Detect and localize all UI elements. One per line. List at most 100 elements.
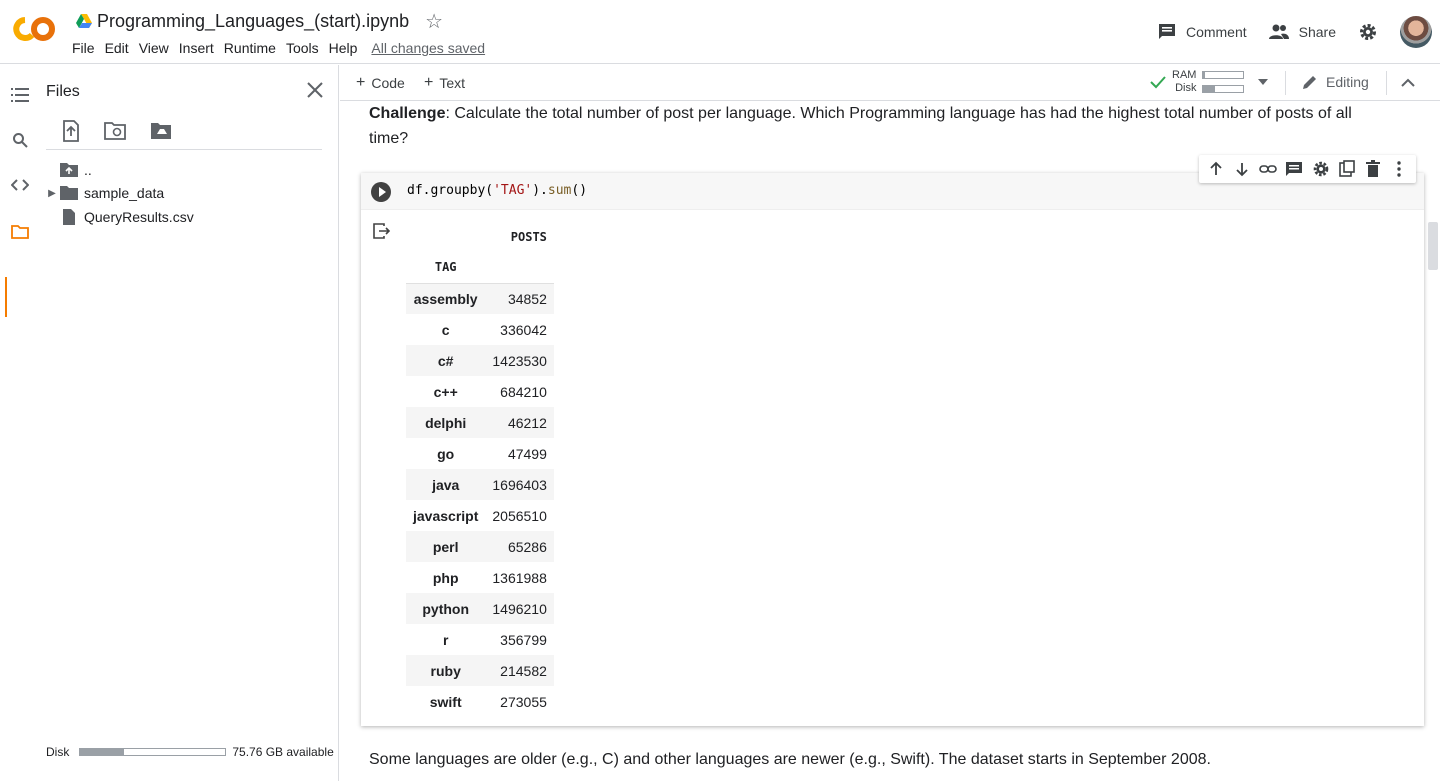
pencil-icon xyxy=(1303,76,1316,89)
table-row: c 336042 xyxy=(406,314,554,345)
row-value-posts: 2056510 xyxy=(492,507,547,524)
row-index-tag: c xyxy=(441,321,450,338)
comment-icon[interactable] xyxy=(1285,160,1303,178)
active-indicator xyxy=(5,277,7,317)
row-value-posts: 336042 xyxy=(500,321,547,338)
left-rail xyxy=(0,65,40,781)
next-text-cell[interactable]: Some languages are older (e.g., C) and o… xyxy=(369,747,1359,772)
disk-usage-fill xyxy=(80,749,124,755)
tree-item-sample-data[interactable]: ▶ sample_data xyxy=(44,182,164,204)
code-token: df.groupby( xyxy=(407,183,494,198)
disk-available: 75.76 GB available xyxy=(232,745,334,759)
row-value-posts: 47499 xyxy=(507,445,547,462)
challenge-body: : Calculate the total number of post per… xyxy=(369,105,1352,147)
more-options-icon[interactable] xyxy=(1390,160,1408,178)
tree-item-queryresults[interactable]: QueryResults.csv xyxy=(44,206,194,228)
add-text-label: Text xyxy=(439,75,466,91)
output-actions-icon[interactable] xyxy=(373,223,391,239)
challenge-bold: Challenge xyxy=(369,105,446,122)
title-row: Programming_Languages_(start).ipynb ☆ xyxy=(76,8,443,34)
dropdown-arrow-icon[interactable] xyxy=(1258,79,1269,85)
row-index-tag: python xyxy=(406,593,486,624)
menu-insert[interactable]: Insert xyxy=(179,40,223,56)
row-value-posts: 214582 xyxy=(485,655,554,686)
folder-icon[interactable] xyxy=(10,222,30,242)
delete-icon[interactable] xyxy=(1364,160,1382,178)
link-icon[interactable] xyxy=(1259,160,1278,178)
editing-label: Editing xyxy=(1326,74,1369,90)
code-cell[interactable]: df.groupby('TAG').sum() POSTS TAG assemb… xyxy=(361,173,1424,726)
table-row: go 47499 xyxy=(406,438,554,469)
top-right-actions: Comment Share xyxy=(1158,14,1440,50)
share-label: Share xyxy=(1298,24,1336,40)
files-divider xyxy=(46,149,322,150)
empty-header-cell xyxy=(485,252,554,283)
save-status[interactable]: All changes saved xyxy=(371,40,494,56)
user-avatar[interactable] xyxy=(1400,16,1432,48)
resources-indicator[interactable]: RAM Disk xyxy=(1150,69,1269,95)
people-icon xyxy=(1268,24,1289,39)
row-value-posts: 46212 xyxy=(485,407,554,438)
column-header-posts: POSTS xyxy=(510,229,547,244)
connected-check-icon xyxy=(1150,76,1166,89)
close-icon[interactable] xyxy=(304,79,326,101)
table-of-contents-icon[interactable] xyxy=(10,85,30,105)
code-snippets-icon[interactable] xyxy=(10,175,30,195)
table-row: swift 273055 xyxy=(406,686,554,717)
editing-mode-button[interactable]: Editing xyxy=(1302,74,1369,90)
mount-drive-icon[interactable] xyxy=(150,120,174,142)
row-index-tag: c++ xyxy=(433,383,458,400)
disk-label: Disk xyxy=(1175,82,1197,94)
add-code-button[interactable]: + Code xyxy=(356,74,405,92)
ram-bar xyxy=(1202,71,1245,79)
mirror-cell-icon[interactable] xyxy=(1338,160,1356,178)
tree-item-label: sample_data xyxy=(84,185,165,201)
row-index-tag: java xyxy=(406,469,486,500)
row-index-tag: r xyxy=(442,631,449,648)
menu-tools[interactable]: Tools xyxy=(286,40,328,56)
files-panel: Files .. ▶ sample_data QueryResults.csv … xyxy=(40,65,339,781)
gear-icon[interactable] xyxy=(1312,160,1330,178)
menu-edit[interactable]: Edit xyxy=(105,40,138,56)
menu-file[interactable]: File xyxy=(72,40,104,56)
comment-label: Comment xyxy=(1185,24,1247,40)
refresh-folder-icon[interactable] xyxy=(104,120,128,142)
table-row: javascript 2056510 xyxy=(406,500,554,531)
row-index-tag: delphi xyxy=(406,407,486,438)
row-value-posts: 273055 xyxy=(500,693,547,710)
disk-usage: Disk 75.76 GB available xyxy=(46,745,334,759)
table-row: java 1696403 xyxy=(406,469,554,500)
row-index-tag: php xyxy=(432,569,459,586)
index-header-tag: TAG xyxy=(434,260,457,275)
menu-runtime[interactable]: Runtime xyxy=(224,40,285,56)
notebook-scrollbar[interactable] xyxy=(1428,222,1438,270)
move-up-icon[interactable] xyxy=(1207,160,1225,178)
share-button[interactable]: Share xyxy=(1268,24,1336,40)
row-value-posts: 34852 xyxy=(485,282,554,314)
menu-bar: File Edit View Insert Runtime Tools Help… xyxy=(72,40,495,56)
row-value-posts: 356799 xyxy=(500,631,547,648)
upload-file-icon[interactable] xyxy=(60,120,82,142)
challenge-text-cell[interactable]: Challenge: Calculate the total number of… xyxy=(369,101,1359,151)
code-line[interactable]: df.groupby('TAG').sum() xyxy=(407,183,587,198)
menu-help[interactable]: Help xyxy=(329,40,367,56)
gear-icon[interactable] xyxy=(1358,22,1378,42)
add-text-button[interactable]: + Text xyxy=(424,74,465,92)
disk-fill xyxy=(1203,86,1216,92)
collapse-chevron-icon[interactable] xyxy=(1401,78,1415,87)
search-icon[interactable] xyxy=(10,130,30,150)
expand-arrow-icon[interactable]: ▶ xyxy=(44,188,60,199)
toolbar-divider xyxy=(1285,71,1286,95)
move-down-icon[interactable] xyxy=(1233,160,1251,178)
comment-button[interactable]: Comment xyxy=(1158,23,1247,41)
menu-view[interactable]: View xyxy=(139,40,178,56)
file-icon xyxy=(63,209,75,225)
star-icon[interactable]: ☆ xyxy=(425,9,443,34)
run-cell-button[interactable] xyxy=(371,182,391,202)
top-bar: Programming_Languages_(start).ipynb ☆ Fi… xyxy=(0,0,1440,64)
tree-item-parent[interactable]: .. xyxy=(44,159,92,181)
colab-logo[interactable] xyxy=(13,14,57,44)
corner-cell xyxy=(406,221,485,252)
table-row: php 1361988 xyxy=(406,562,554,593)
notebook-title[interactable]: Programming_Languages_(start).ipynb xyxy=(97,11,409,32)
